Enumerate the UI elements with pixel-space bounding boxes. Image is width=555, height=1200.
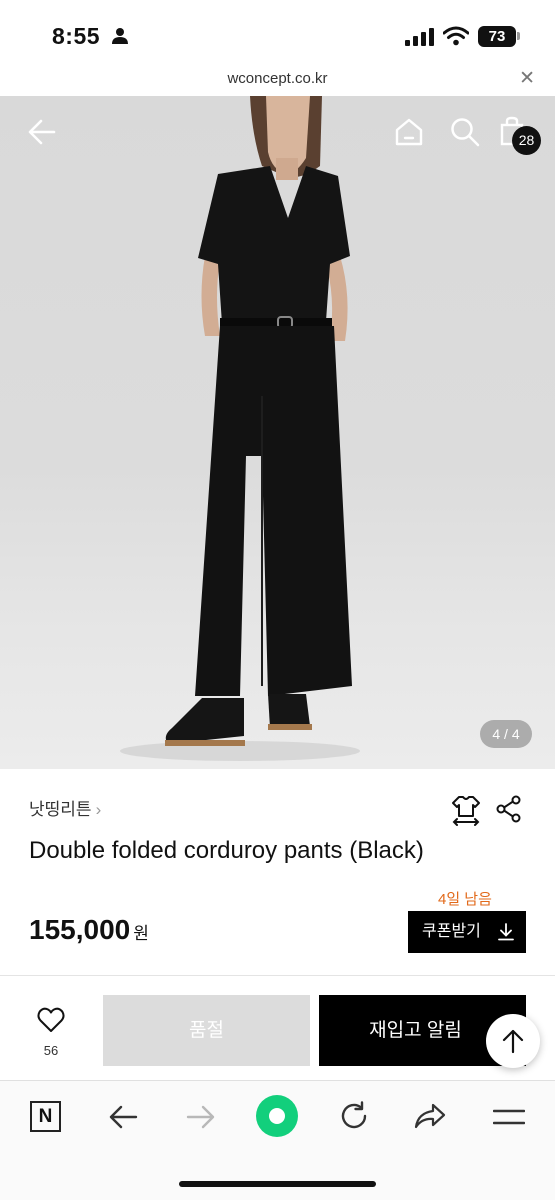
- page-indicator: 4 / 4: [480, 720, 532, 748]
- divider: [0, 975, 555, 976]
- signal-icon: [405, 28, 434, 46]
- wifi-icon: [443, 26, 469, 46]
- search-icon[interactable]: [450, 117, 480, 147]
- price: 155,000 원: [29, 914, 149, 946]
- product-image[interactable]: 4 / 4: [0, 96, 555, 769]
- forward-arrow-icon[interactable]: [186, 1103, 216, 1131]
- model-figure-illustration: [120, 96, 360, 761]
- wishlist-button[interactable]: 56: [26, 1007, 76, 1058]
- status-bar: 8:55 73: [0, 0, 555, 62]
- home-icon[interactable]: [393, 116, 425, 148]
- chevron-right-icon: ›: [95, 800, 102, 819]
- coupon-label: 쿠폰받기: [422, 923, 481, 940]
- download-icon: [498, 923, 514, 941]
- arrow-up-icon: [502, 1029, 524, 1054]
- url-text[interactable]: wconcept.co.kr: [0, 70, 555, 87]
- brand-name[interactable]: 낫띵리튼: [29, 800, 92, 819]
- share-icon[interactable]: [495, 795, 523, 823]
- battery-indicator: 73: [478, 26, 516, 47]
- battery-level: 73: [488, 28, 506, 45]
- wish-count: 56: [43, 1043, 59, 1058]
- person-icon: [112, 28, 128, 44]
- cart-count-badge[interactable]: 28: [512, 126, 541, 155]
- menu-icon[interactable]: [493, 1107, 525, 1127]
- soldout-button[interactable]: 품절: [103, 995, 310, 1066]
- heart-icon: [37, 1007, 65, 1032]
- home-indicator: [179, 1181, 376, 1187]
- price-value: 155,000: [29, 914, 131, 945]
- refresh-icon[interactable]: [339, 1101, 369, 1131]
- coupon-download-button[interactable]: 쿠폰받기: [408, 911, 526, 953]
- back-arrow-icon[interactable]: [108, 1103, 138, 1131]
- product-title: Double folded corduroy pants (Black): [29, 837, 424, 864]
- battery-cap: [517, 32, 520, 40]
- status-time: 8:55: [52, 23, 101, 49]
- url-bar[interactable]: wconcept.co.kr ✕: [0, 62, 555, 96]
- price-currency: 원: [133, 924, 149, 943]
- brand-link[interactable]: 낫띵리튼 ›: [29, 795, 101, 820]
- close-icon[interactable]: ✕: [519, 67, 535, 90]
- naver-green-dot-button[interactable]: [256, 1095, 298, 1137]
- coupon-days-left: 4일 남음: [438, 891, 492, 908]
- share-arrow-icon[interactable]: [414, 1102, 446, 1130]
- size-guide-icon[interactable]: [450, 794, 482, 826]
- scroll-top-button[interactable]: [486, 1014, 540, 1068]
- back-arrow-icon[interactable]: [26, 116, 58, 148]
- naver-home-button[interactable]: N: [30, 1101, 61, 1132]
